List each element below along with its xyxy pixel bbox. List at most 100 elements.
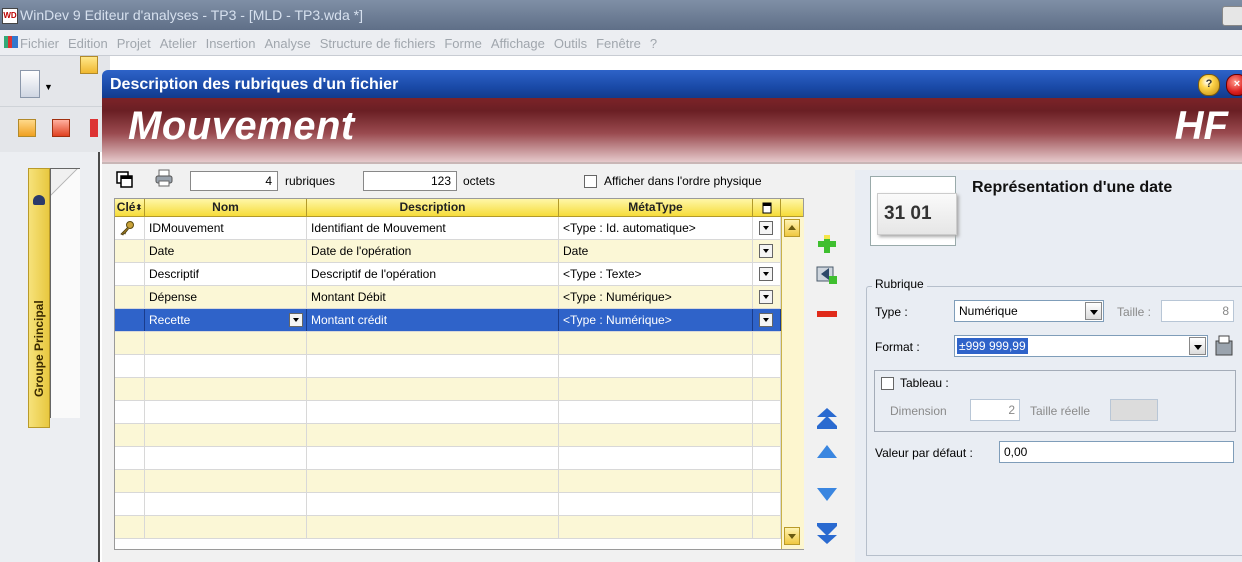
column-header-options[interactable] <box>753 199 781 217</box>
empty-cell <box>307 378 559 400</box>
taille-reelle-field[interactable] <box>1110 399 1158 421</box>
table-row[interactable]: Dépense Montant Débit <Type : Numérique> <box>115 286 781 309</box>
empty-cell <box>559 332 753 354</box>
cell-key <box>115 217 145 239</box>
close-button[interactable]: × <box>1226 74 1242 96</box>
move-up-icon[interactable] <box>815 440 839 464</box>
empty-cell <box>753 516 781 538</box>
table-row[interactable]: IDMouvement Identifiant de Mouvement <Type… <box>115 217 781 240</box>
table-row[interactable]: Date Date de l'opération Date <box>115 240 781 263</box>
table-row[interactable] <box>115 332 781 355</box>
table-row[interactable] <box>115 401 781 424</box>
move-down-icon[interactable] <box>815 481 839 505</box>
windev-logo-icon: WD <box>2 8 18 24</box>
type-select[interactable]: Numérique <box>954 300 1104 322</box>
menu-item[interactable]: Edition <box>68 36 108 51</box>
menu-item[interactable]: Analyse <box>264 36 310 51</box>
column-header-nom[interactable]: Nom <box>145 199 307 217</box>
metatype-dropdown-button[interactable] <box>759 244 773 258</box>
table-row[interactable] <box>115 378 781 401</box>
date-preview: 31 01 <box>870 176 957 246</box>
empty-cell <box>115 355 145 377</box>
menu-item[interactable]: Affichage <box>491 36 545 51</box>
tableau-checkbox[interactable] <box>881 377 894 390</box>
cell-description: Descriptif de l'opération <box>307 263 559 285</box>
metatype-dropdown-button[interactable] <box>759 290 773 304</box>
type-select-value: Numérique <box>959 304 1018 318</box>
metatype-dropdown-button[interactable] <box>759 267 773 281</box>
menu-app-icon[interactable] <box>4 36 18 48</box>
empty-cell <box>145 447 307 469</box>
table-row[interactable] <box>115 470 781 493</box>
default-value-field[interactable]: 0,00 <box>999 441 1234 463</box>
type-dropdown-button[interactable] <box>1085 302 1102 320</box>
table-row[interactable]: Recette Montant crédit <Type : Numérique> <box>115 309 781 332</box>
empty-cell <box>115 332 145 354</box>
table-row[interactable] <box>115 447 781 470</box>
cell-metatype: Date <box>559 240 753 262</box>
cell-nom: Date <box>145 240 307 262</box>
delete-field-icon[interactable] <box>815 302 839 326</box>
table-row[interactable] <box>115 424 781 447</box>
cell-key <box>115 309 145 331</box>
nom-dropdown-button[interactable] <box>289 313 303 327</box>
empty-cell <box>115 401 145 423</box>
menu-item[interactable]: Fichier <box>20 36 59 51</box>
column-header-description[interactable]: Description <box>307 199 559 217</box>
metatype-dropdown-button[interactable] <box>759 313 773 327</box>
scroll-up-button[interactable] <box>784 219 800 237</box>
scroll-down-button[interactable] <box>784 527 800 545</box>
empty-cell <box>559 493 753 515</box>
link-tool-icon[interactable] <box>52 119 70 137</box>
cell-metatype: <Type : Numérique> <box>559 309 753 331</box>
insert-field-icon[interactable] <box>815 262 839 286</box>
format-select[interactable]: ±999 999,99 <box>954 335 1208 357</box>
table-row[interactable]: Descriptif Descriptif de l'opération <Type… <box>115 263 781 286</box>
grid-scrollbar[interactable] <box>781 217 804 549</box>
cell-options <box>753 286 781 308</box>
empty-cell <box>115 447 145 469</box>
menu-bar: Fichier Edition Projet Atelier Insertion Anal… <box>0 30 1242 56</box>
window-minimize-button[interactable] <box>1222 6 1242 26</box>
table-row[interactable] <box>115 355 781 378</box>
default-value-label: Valeur par défaut : <box>875 446 973 460</box>
dimension-field[interactable]: 2 <box>970 399 1020 421</box>
empty-cell <box>115 470 145 492</box>
copy-icon[interactable] <box>116 171 134 189</box>
empty-cell <box>145 516 307 538</box>
empty-cell <box>307 447 559 469</box>
taille-field[interactable]: 8 <box>1161 300 1234 322</box>
empty-cell <box>559 424 753 446</box>
menu-item[interactable]: Projet <box>117 36 151 51</box>
table-row[interactable] <box>115 516 781 539</box>
tool-icon[interactable] <box>90 119 98 137</box>
format-edit-icon[interactable] <box>1214 335 1234 357</box>
menu-item[interactable]: Fenêtre <box>596 36 641 51</box>
add-field-icon[interactable] <box>815 232 839 256</box>
physical-order-checkbox[interactable] <box>584 175 597 188</box>
move-last-icon[interactable] <box>815 522 839 546</box>
group-tab[interactable]: Groupe Principal <box>28 168 50 428</box>
column-header-metatype[interactable]: MétaType <box>559 199 753 217</box>
move-first-icon[interactable] <box>815 406 839 430</box>
format-dropdown-button[interactable] <box>1189 337 1206 355</box>
new-document-icon[interactable] <box>20 70 40 98</box>
cell-options <box>753 240 781 262</box>
menu-item[interactable]: Atelier <box>160 36 197 51</box>
menu-item[interactable]: ? <box>650 36 657 51</box>
column-header-key[interactable]: Clé⬍ <box>115 199 145 217</box>
open-folder-icon[interactable] <box>80 56 98 74</box>
edit-tool-icon[interactable] <box>18 119 36 137</box>
menu-item[interactable]: Outils <box>554 36 587 51</box>
empty-cell <box>307 516 559 538</box>
menu-item[interactable]: Forme <box>444 36 482 51</box>
help-button[interactable]: ? <box>1198 74 1220 96</box>
menu-item[interactable]: Structure de fichiers <box>320 36 436 51</box>
metatype-dropdown-button[interactable] <box>759 221 773 235</box>
printer-icon[interactable] <box>155 169 173 187</box>
table-row[interactable] <box>115 493 781 516</box>
menu-item[interactable]: Insertion <box>206 36 256 51</box>
empty-cell <box>559 355 753 377</box>
chevron-down-icon[interactable]: ▼ <box>44 82 53 92</box>
empty-cell <box>115 516 145 538</box>
